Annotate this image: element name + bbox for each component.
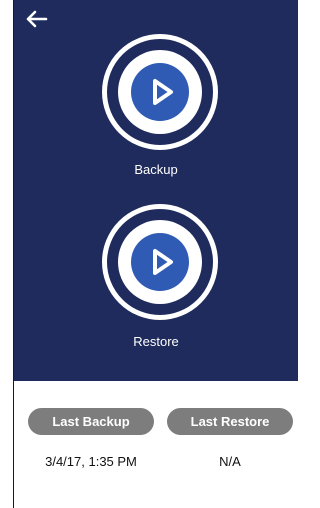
backup-ring bbox=[118, 50, 202, 134]
hero-panel: Backup Restore bbox=[14, 0, 298, 381]
backup-play-circle bbox=[131, 63, 189, 121]
restore-label: Restore bbox=[133, 334, 179, 349]
arrow-left-icon bbox=[26, 10, 48, 28]
play-icon bbox=[153, 249, 173, 275]
last-restore-button[interactable]: Last Restore bbox=[167, 408, 293, 435]
last-backup-value: 3/4/17, 1:35 PM bbox=[45, 454, 137, 469]
app-screen: Backup Restore Last Backup Last Restore … bbox=[13, 0, 298, 508]
play-icon bbox=[153, 79, 173, 105]
restore-ring bbox=[118, 220, 202, 304]
last-backup-button[interactable]: Last Backup bbox=[28, 408, 154, 435]
backup-label: Backup bbox=[134, 162, 178, 177]
last-restore-value: N/A bbox=[219, 454, 241, 469]
restore-button[interactable] bbox=[102, 204, 218, 320]
backup-button[interactable] bbox=[102, 34, 218, 150]
back-button[interactable] bbox=[24, 8, 50, 30]
restore-play-circle bbox=[131, 233, 189, 291]
